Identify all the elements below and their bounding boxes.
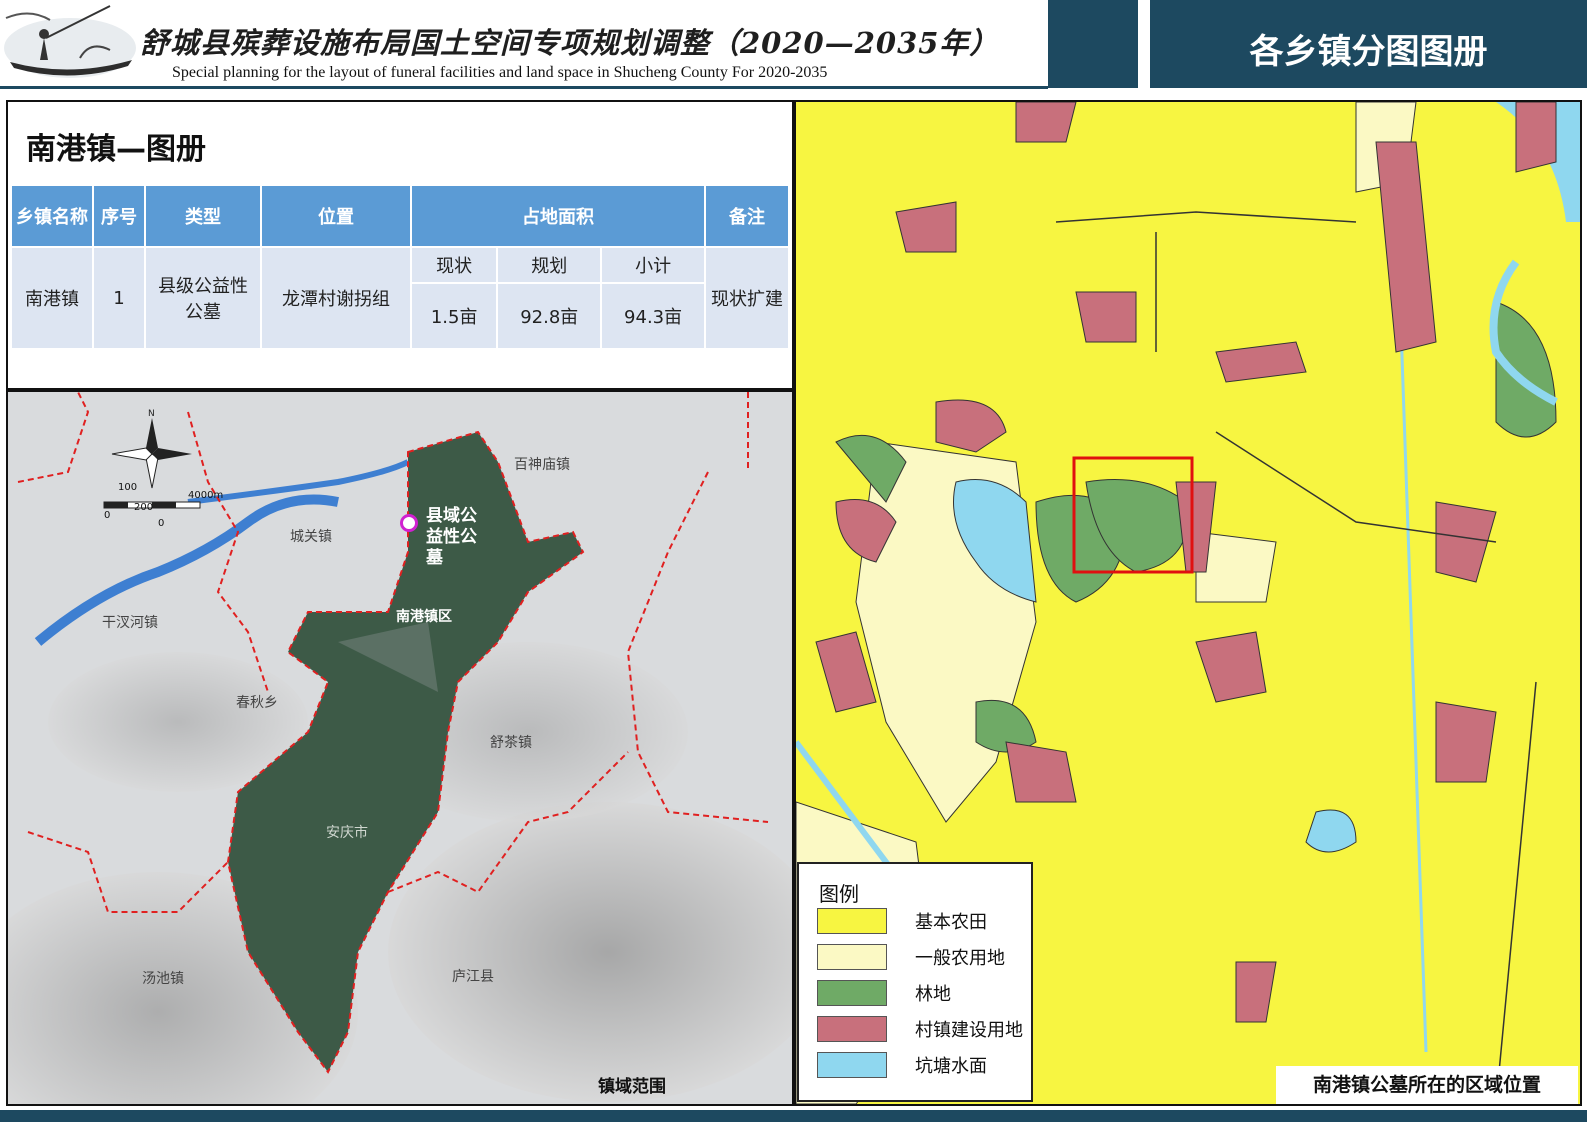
legend-label: 基本农田 [915,912,987,933]
scale-label: 200 [134,502,154,513]
place-label: 城关镇 [290,529,332,545]
subheader-current: 现状 [409,246,499,284]
plan-title: 舒城县殡葬设施布局国土空间专项规划调整（2020—2035年） [140,26,1000,60]
cell-area-total: 94.3亩 [600,282,706,350]
section-title: 各乡镇分图图册 [1249,32,1488,72]
col-location: 位置 [260,184,412,248]
place-label: 舒茶镇 [490,735,532,751]
map-caption: 镇域范围 [598,1077,666,1097]
plan-title-english: Special planning for the layout of funer… [172,64,828,81]
map-caption: 南港镇公墓所在的区域位置 [1276,1066,1578,1104]
place-label: 庐江县 [452,969,494,985]
scale-label: 0 [104,510,111,521]
cell-town: 南港镇 [10,246,94,350]
legend-swatch-general-farmland [817,944,887,970]
legend-swatch-construction [817,1016,887,1042]
place-label: 百神庙镇 [514,457,570,473]
cell-location: 龙潭村谢拐组 [260,246,412,350]
legend-label: 村镇建设用地 [915,1020,1023,1041]
legend-label: 坑塘水面 [915,1056,987,1077]
place-label: 春秋乡 [236,695,278,711]
place-label: 安庆市 [326,825,368,841]
fisherman-logo-icon [4,5,136,78]
cell-area-current: 1.5亩 [409,282,499,350]
scale-label: 4000m [188,490,224,501]
place-label: 干汊河镇 [102,615,158,631]
legend-label: 林地 [915,984,951,1005]
subheader-planned: 规划 [496,246,603,284]
cell-type: 县级公益性公墓 [144,246,262,350]
table-header-row: 乡镇名称 序号 类型 位置 占地面积 备注 [10,184,790,248]
legend-swatch-basic-farmland [817,908,887,934]
header-bar-block [1048,0,1138,88]
cemetery-table: 乡镇名称 序号 类型 位置 占地面积 备注 南港镇 1 县级公益性公墓 龙潭村谢… [10,184,790,350]
map-legend: 图例 基本农田 一般农用地 林地 村镇建设用地 坑塘水面 [797,862,1033,1102]
cell-index: 1 [92,246,146,350]
legend-label: 一般农用地 [915,948,1005,969]
col-type: 类型 [144,184,262,248]
legend-swatch-forest [817,980,887,1006]
compass-north-label: N [148,409,155,419]
cemetery-site-label: 县域公益性公墓 [426,506,477,568]
scale-label: 100 [118,482,138,493]
col-town: 乡镇名称 [10,184,94,248]
subheader-total: 小计 [600,246,706,284]
header-underline [0,86,1048,89]
town-atlas-title: 南港镇—图册 [26,132,206,167]
legend-swatch-water [817,1052,887,1078]
col-note: 备注 [704,184,790,248]
table-row: 南港镇 1 县级公益性公墓 龙潭村谢拐组 现状 规划 小计 现状扩建 [10,246,790,350]
header: 舒城县殡葬设施布局国土空间专项规划调整（2020—2035年） Special … [0,0,1587,90]
cell-area-planned: 92.8亩 [496,282,603,350]
place-label: 南港镇区 [396,609,452,625]
legend-title: 图例 [819,882,859,906]
footer-bar [0,1110,1587,1122]
town-boundary-map: N 100 4000m 0 200 0 县域公益性公墓 百神庙镇 城关镇 干汊河… [6,390,794,1106]
place-label: 汤池镇 [142,971,184,987]
col-index: 序号 [92,184,146,248]
cell-note: 现状扩建 [704,246,790,350]
cemetery-marker-icon [400,514,418,532]
col-area: 占地面积 [410,184,706,248]
scale-label: 0 [158,518,165,529]
